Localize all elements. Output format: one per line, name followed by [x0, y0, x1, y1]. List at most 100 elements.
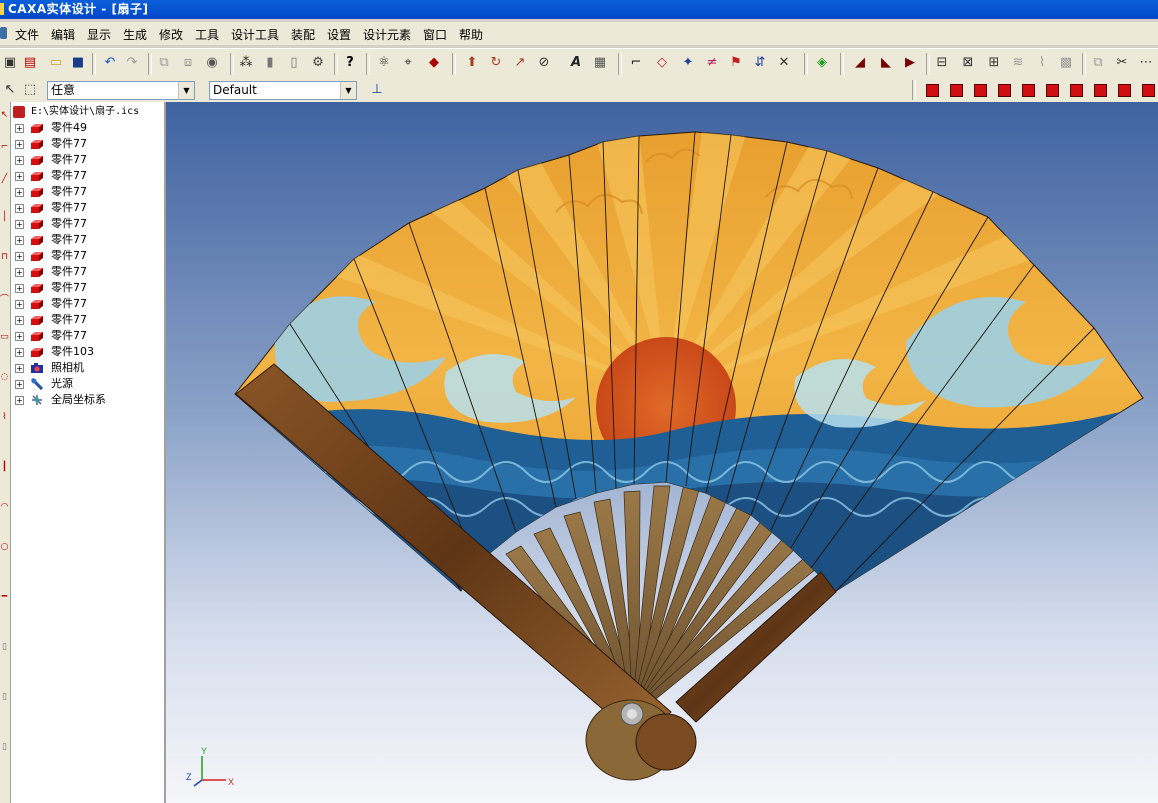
image-icon[interactable]: ▦	[592, 55, 608, 71]
redo-icon[interactable]: ↷	[124, 55, 140, 71]
render-mode-7-icon[interactable]	[1070, 84, 1083, 97]
strip-tool-icon[interactable]: ▯	[0, 642, 9, 654]
copy-icon[interactable]: ⧉	[156, 55, 172, 71]
expand-icon[interactable]: +	[15, 300, 24, 309]
tree-item-camera[interactable]: + 照相机	[11, 360, 161, 376]
expand-icon[interactable]: +	[15, 252, 24, 261]
expand-icon[interactable]: +	[15, 220, 24, 229]
strip-tool-icon[interactable]: ⌒	[0, 292, 9, 305]
sketch-line-icon[interactable]: ⌐	[628, 55, 644, 71]
expand-icon[interactable]: +	[15, 348, 24, 357]
save-icon[interactable]: ■	[70, 55, 86, 71]
tree-item[interactable]: + 零件77	[11, 264, 161, 280]
menu-help[interactable]: 帮助	[459, 26, 483, 43]
menu-settings[interactable]: 设置	[327, 26, 351, 43]
tools-icon[interactable]: ✂	[1114, 55, 1130, 71]
render-mode-6-icon[interactable]	[1046, 84, 1059, 97]
view-front-icon[interactable]: ◣	[878, 55, 894, 71]
tree-item-light[interactable]: + 光源	[11, 376, 161, 392]
menu-file[interactable]: 文件	[15, 26, 39, 43]
expand-icon[interactable]: +	[15, 364, 24, 373]
trim-icon[interactable]: ✕	[776, 55, 792, 71]
strip-tool-icon[interactable]: ↖	[0, 110, 9, 122]
triball-icon[interactable]: ◆	[426, 55, 442, 71]
sweep-icon[interactable]: ↗	[512, 55, 528, 71]
render-mode-2-icon[interactable]	[950, 84, 963, 97]
render-mode-1-icon[interactable]	[926, 84, 939, 97]
tree-item[interactable]: + 零件77	[11, 248, 161, 264]
hide-icon[interactable]: ▮	[262, 55, 278, 71]
hierarchy-icon[interactable]: ⊥	[369, 82, 385, 98]
pick-filter-icon[interactable]: ⬚	[22, 82, 38, 98]
expand-icon[interactable]: +	[15, 172, 24, 181]
render-mode-10-icon[interactable]	[1142, 84, 1155, 97]
sketch-rect-icon[interactable]: ◇	[654, 55, 670, 71]
new-file-icon[interactable]: ▣	[2, 55, 18, 71]
tree-item[interactable]: + 零件103	[11, 344, 161, 360]
menu-assembly[interactable]: 装配	[291, 26, 315, 43]
menu-design-tools[interactable]: 设计工具	[231, 26, 279, 43]
render-mode-3-icon[interactable]	[974, 84, 987, 97]
render-mode-5-icon[interactable]	[1022, 84, 1035, 97]
strip-tool-icon[interactable]: ▯	[0, 692, 9, 704]
tree-item[interactable]: + 零件77	[11, 312, 161, 328]
strip-tool-icon[interactable]: ┃	[0, 462, 9, 474]
expand-icon[interactable]: +	[15, 204, 24, 213]
menu-window[interactable]: 窗口	[423, 26, 447, 43]
measure-icon[interactable]: ⚙	[310, 55, 326, 71]
strip-tool-icon[interactable]: ⌐	[0, 142, 9, 154]
expand-icon[interactable]: +	[15, 140, 24, 149]
selection-filter-select[interactable]: 任意 ▼	[47, 81, 195, 100]
expand-icon[interactable]: +	[15, 316, 24, 325]
expand-icon[interactable]: +	[15, 332, 24, 341]
document-menu-icon[interactable]	[0, 27, 7, 39]
dimension-icon[interactable]: ⚑	[728, 55, 744, 71]
strip-tool-icon[interactable]: ▭	[0, 332, 9, 344]
new-design-icon[interactable]: ▤	[22, 55, 38, 71]
strip-tool-icon[interactable]: ⊓	[0, 252, 9, 264]
loft-icon[interactable]: ⊘	[536, 55, 552, 71]
strip-tool-icon[interactable]: ╱	[0, 174, 9, 186]
split-icon[interactable]: ⌇	[1034, 55, 1050, 71]
help-pointer-icon[interactable]: ?	[342, 55, 358, 71]
strip-tool-icon[interactable]: ○	[0, 542, 9, 554]
more-tools-icon[interactable]: ⋯	[1138, 55, 1154, 71]
shell-icon[interactable]: ⊞	[986, 55, 1002, 71]
tree-item[interactable]: + 零件77	[11, 296, 161, 312]
fillet-icon[interactable]: ⊟	[934, 55, 950, 71]
strip-tool-icon[interactable]: ━	[0, 592, 9, 604]
tree-item[interactable]: + 零件77	[11, 136, 161, 152]
expand-icon[interactable]: +	[15, 284, 24, 293]
assembly-icon[interactable]: ◈	[814, 55, 830, 71]
view-top-icon[interactable]: ▶	[902, 55, 918, 71]
render-mode-8-icon[interactable]	[1094, 84, 1107, 97]
tree-item[interactable]: + 零件49	[11, 120, 161, 136]
menu-tools[interactable]: 工具	[195, 26, 219, 43]
strip-tool-icon[interactable]: ◌	[0, 372, 9, 384]
catalog-icon[interactable]: ⚛	[376, 55, 392, 71]
tree-item[interactable]: + 零件77	[11, 200, 161, 216]
menu-edit[interactable]: 编辑	[51, 26, 75, 43]
expand-icon[interactable]: +	[15, 396, 24, 405]
strip-tool-icon[interactable]: ⌇	[0, 412, 9, 424]
sketch-arc-icon[interactable]: ≠	[704, 55, 720, 71]
menu-display[interactable]: 显示	[87, 26, 111, 43]
strip-tool-icon[interactable]: │	[0, 212, 9, 224]
extrude-icon[interactable]: ⬆	[464, 55, 480, 71]
style-select[interactable]: Default ▼	[209, 81, 357, 100]
tree-item[interactable]: + 零件77	[11, 328, 161, 344]
tree-item[interactable]: + 零件77	[11, 168, 161, 184]
revolve-icon[interactable]: ↻	[488, 55, 504, 71]
expand-icon[interactable]: +	[15, 236, 24, 245]
select-icon[interactable]: ⁂	[238, 55, 254, 71]
render-icon[interactable]: ◉	[204, 55, 220, 71]
open-folder-icon[interactable]: ▭	[48, 55, 64, 71]
expand-icon[interactable]: +	[15, 380, 24, 389]
expand-icon[interactable]: +	[15, 188, 24, 197]
tree-item-global-coordinates[interactable]: + 全局坐标系	[11, 392, 161, 408]
render-mode-9-icon[interactable]	[1118, 84, 1131, 97]
strip-tool-icon[interactable]: ◠	[0, 502, 9, 514]
expand-icon[interactable]: +	[15, 268, 24, 277]
menu-generate[interactable]: 生成	[123, 26, 147, 43]
tree-item[interactable]: + 零件77	[11, 184, 161, 200]
